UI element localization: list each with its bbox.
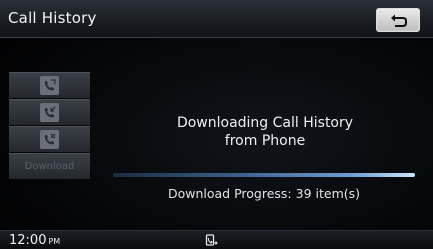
incoming-calls-button[interactable] bbox=[9, 99, 90, 125]
missed-calls-button[interactable] bbox=[9, 126, 90, 152]
download-button-label: Download bbox=[24, 161, 75, 172]
page-title: Call History bbox=[8, 9, 97, 27]
status-bar: 12:00 PM bbox=[0, 230, 433, 249]
title-bar: Call History bbox=[0, 0, 433, 38]
clock-ampm: PM bbox=[48, 237, 61, 246]
call-history-screen: Call History Download Downloading Call H… bbox=[0, 0, 433, 249]
back-arrow-icon bbox=[391, 14, 407, 27]
progress-bar-fill bbox=[113, 173, 415, 177]
call-type-menu: Download bbox=[9, 72, 90, 180]
clock-time: 12:00 bbox=[9, 233, 47, 248]
outgoing-calls-button[interactable] bbox=[9, 72, 90, 98]
message-line-2: from Phone bbox=[224, 133, 306, 149]
message-line-1: Downloading Call History bbox=[176, 115, 354, 131]
download-progress-text: Download Progress: 39 item(s) bbox=[167, 186, 361, 201]
download-button[interactable]: Download bbox=[9, 153, 90, 179]
incoming-call-icon bbox=[40, 103, 59, 122]
download-status-message: Downloading Call History from Phone bbox=[140, 114, 390, 150]
missed-call-icon bbox=[40, 130, 59, 149]
back-button[interactable] bbox=[376, 8, 420, 32]
outgoing-call-icon bbox=[40, 76, 59, 95]
clock: 12:00 PM bbox=[9, 233, 60, 248]
phone-connected-icon bbox=[205, 234, 218, 246]
download-progress-bar bbox=[113, 173, 415, 177]
